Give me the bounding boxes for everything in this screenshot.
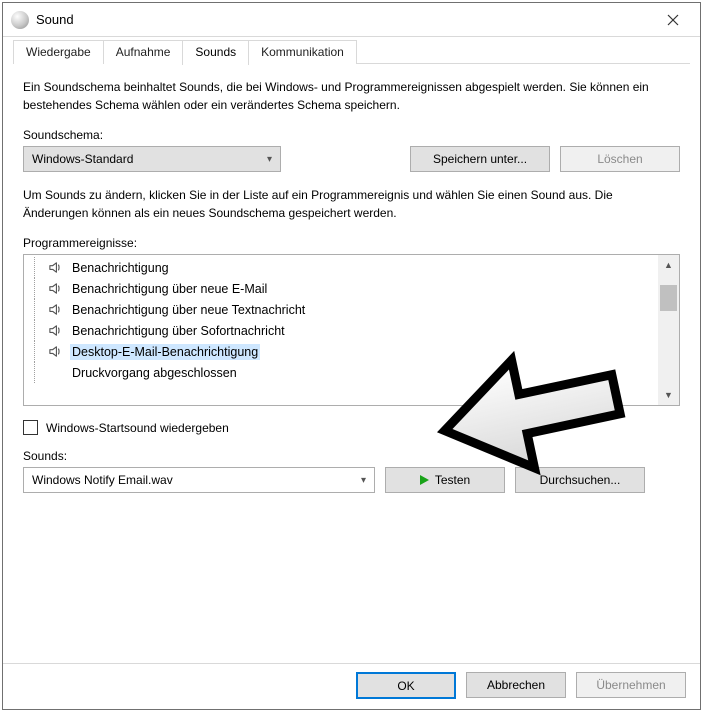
test-label: Testen: [435, 473, 470, 487]
event-label: Benachrichtigung über neue Textnachricht: [70, 302, 307, 318]
sound-file-combobox[interactable]: Windows Notify Email.wav ▾: [23, 467, 375, 493]
save-as-button[interactable]: Speichern unter...: [410, 146, 550, 172]
scheme-description: Ein Soundschema beinhaltet Sounds, die b…: [23, 78, 680, 114]
event-item[interactable]: Druckvorgang abgeschlossen: [24, 362, 658, 383]
play-startup-checkbox[interactable]: [23, 420, 38, 435]
event-label: Benachrichtigung: [70, 260, 171, 276]
event-item[interactable]: Benachrichtigung über neue E-Mail: [24, 278, 658, 299]
scheme-combobox[interactable]: Windows-Standard ▾: [23, 146, 281, 172]
scheme-value: Windows-Standard: [32, 152, 259, 166]
chevron-down-icon: ▾: [267, 154, 272, 165]
event-label: Druckvorgang abgeschlossen: [70, 365, 239, 381]
event-label: Desktop-E-Mail-Benachrichtigung: [70, 344, 260, 360]
play-icon: [420, 475, 429, 485]
apply-button: Übernehmen: [576, 672, 686, 698]
speaker-icon: [48, 302, 63, 317]
tab-communication[interactable]: Kommunikation: [248, 40, 357, 64]
speaker-icon: [48, 344, 63, 359]
event-item[interactable]: Benachrichtigung: [24, 257, 658, 278]
event-item[interactable]: Benachrichtigung über Sofortnachricht: [24, 320, 658, 341]
sound-app-icon: [11, 11, 29, 29]
dialog-buttons: OK Abbrechen Übernehmen: [3, 663, 700, 709]
sound-file-value: Windows Notify Email.wav: [32, 473, 353, 487]
speaker-icon: [48, 260, 63, 275]
speaker-icon: [48, 281, 63, 296]
test-button[interactable]: Testen: [385, 467, 505, 493]
tab-playback[interactable]: Wiedergabe: [13, 40, 104, 64]
scheme-label: Soundschema:: [23, 128, 680, 142]
delete-button: Löschen: [560, 146, 680, 172]
scrollbar-vertical[interactable]: ▲ ▼: [658, 255, 679, 405]
tabs: Wiedergabe Aufnahme Sounds Kommunikation: [3, 37, 700, 64]
ok-button[interactable]: OK: [356, 672, 456, 699]
event-label: Benachrichtigung über neue E-Mail: [70, 281, 269, 297]
play-startup-label: Windows-Startsound wiedergeben: [46, 421, 229, 435]
sound-dialog: Sound Wiedergabe Aufnahme Sounds Kommuni…: [2, 2, 701, 710]
tab-sounds[interactable]: Sounds: [182, 40, 249, 65]
event-label: Benachrichtigung über Sofortnachricht: [70, 323, 287, 339]
program-events-list[interactable]: Benachrichtigung Benachrichtigung über ne…: [23, 254, 680, 406]
scroll-up-icon[interactable]: ▲: [658, 255, 679, 275]
cancel-button[interactable]: Abbrechen: [466, 672, 566, 698]
event-item[interactable]: Desktop-E-Mail-Benachrichtigung: [24, 341, 658, 362]
speaker-icon: [48, 323, 63, 338]
sounds-label: Sounds:: [23, 449, 680, 463]
close-icon: [667, 14, 679, 26]
titlebar: Sound: [3, 3, 700, 37]
browse-button[interactable]: Durchsuchen...: [515, 467, 645, 493]
chevron-down-icon: ▾: [361, 475, 366, 486]
window-title: Sound: [36, 12, 74, 27]
close-button[interactable]: [650, 5, 696, 35]
scroll-track[interactable]: [658, 275, 679, 385]
tabpage-sounds: Ein Soundschema beinhaltet Sounds, die b…: [3, 64, 700, 663]
scroll-down-icon[interactable]: ▼: [658, 385, 679, 405]
tab-recording[interactable]: Aufnahme: [103, 40, 184, 64]
event-item[interactable]: Benachrichtigung über neue Textnachricht: [24, 299, 658, 320]
events-description: Um Sounds zu ändern, klicken Sie in der …: [23, 186, 680, 222]
scroll-thumb[interactable]: [660, 285, 677, 311]
events-label: Programmereignisse:: [23, 236, 680, 250]
